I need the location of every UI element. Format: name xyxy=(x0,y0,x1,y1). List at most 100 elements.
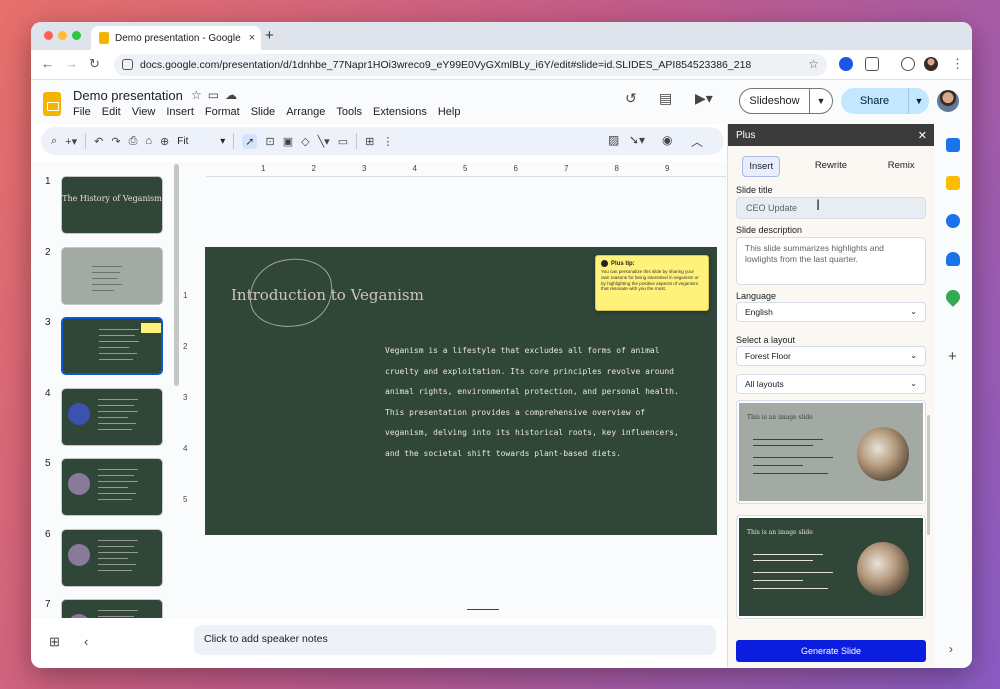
menu-insert[interactable]: Insert xyxy=(166,106,194,118)
star-icon[interactable]: ☆ xyxy=(191,88,208,102)
browser-menu-icon[interactable]: ⋮ xyxy=(951,56,964,72)
back-button[interactable]: ← xyxy=(41,56,54,71)
text-box-icon[interactable]: ⊡ xyxy=(265,135,274,148)
slide-thumbnail-row[interactable]: 6 xyxy=(31,528,181,591)
tab-remix[interactable]: Remix xyxy=(882,156,921,177)
tasks-icon[interactable] xyxy=(946,214,960,228)
speaker-notes[interactable]: Click to add speaker notes xyxy=(194,625,716,655)
move-to-folder-icon[interactable]: ▭ xyxy=(208,88,225,102)
undo-icon[interactable]: ↶ xyxy=(94,135,103,148)
more-icon[interactable]: ⋮ xyxy=(382,135,393,148)
slide-thumbnail-row[interactable]: 2 xyxy=(31,246,181,309)
reload-button[interactable]: ↻ xyxy=(89,56,100,72)
expand-sidebar-icon[interactable]: › xyxy=(949,642,953,656)
extensions-puzzle-icon[interactable] xyxy=(865,57,879,71)
menu-arrange[interactable]: Arrange xyxy=(286,106,325,118)
browser-tab[interactable]: Demo presentation - Google S × xyxy=(91,26,261,50)
slide-thumbnail[interactable] xyxy=(61,458,163,516)
menu-tools[interactable]: Tools xyxy=(336,106,362,118)
menu-file[interactable]: File xyxy=(73,106,91,118)
minimize-window-button[interactable] xyxy=(58,31,67,40)
image-icon[interactable]: ▣ xyxy=(283,135,293,148)
zoom-select[interactable]: Fit ▾ xyxy=(177,136,225,147)
bookmark-star-icon[interactable]: ☆ xyxy=(808,57,819,71)
current-slide[interactable]: Introduction to Veganism Veganism is a l… xyxy=(205,247,717,535)
share-button[interactable]: Share ▼ xyxy=(841,88,929,114)
slide-thumbnail[interactable] xyxy=(61,387,163,446)
redo-icon[interactable]: ↷ xyxy=(111,135,120,148)
meet-icon[interactable]: ▶▾ xyxy=(695,90,713,107)
menu-format[interactable]: Format xyxy=(205,106,240,118)
notes-resize-handle[interactable] xyxy=(467,609,499,610)
slide-thumbnail-row[interactable]: 1 The History of Veganism xyxy=(31,176,181,238)
select-icon[interactable]: ➚ xyxy=(242,133,258,149)
panel-scrollbar[interactable] xyxy=(927,415,930,535)
layout-theme-select[interactable]: Forest Floor ⌄ xyxy=(736,346,926,366)
contacts-icon[interactable] xyxy=(946,252,960,266)
menu-extensions[interactable]: Extensions xyxy=(373,106,427,118)
collapse-filmstrip-icon[interactable]: ‹ xyxy=(84,634,88,649)
maps-icon[interactable] xyxy=(943,287,963,307)
slide-thumbnail[interactable] xyxy=(61,528,163,587)
site-settings-icon[interactable] xyxy=(122,59,133,70)
comments-icon[interactable]: ▤ xyxy=(659,90,672,107)
document-title[interactable]: Demo presentation xyxy=(73,88,183,103)
tab-close-icon[interactable]: × xyxy=(243,32,261,44)
background-icon[interactable]: ▨ xyxy=(608,133,619,147)
tab-insert[interactable]: Insert xyxy=(742,156,781,177)
url-bar[interactable]: docs.google.com/presentation/d/1dnhbe_77… xyxy=(114,54,827,76)
slide-thumbnail[interactable]: The History of Veganism xyxy=(61,176,163,234)
slide-thumbnail-row[interactable]: 5 xyxy=(31,458,181,520)
print-icon[interactable]: ⎙ xyxy=(129,135,138,148)
add-app-icon[interactable]: + xyxy=(948,348,957,365)
grid-view-icon[interactable]: ⊞ xyxy=(49,634,60,650)
account-avatar[interactable] xyxy=(937,90,959,112)
paint-format-icon[interactable]: ⌂ xyxy=(145,135,152,147)
close-icon[interactable]: ✕ xyxy=(918,129,927,142)
slide-thumbnail[interactable] xyxy=(61,246,163,305)
chevron-down-icon[interactable]: ▼ xyxy=(810,96,832,106)
close-window-button[interactable] xyxy=(44,31,53,40)
menu-slide[interactable]: Slide xyxy=(251,106,275,118)
slide-thumbnail-row[interactable]: 7 xyxy=(31,599,181,618)
menu-edit[interactable]: Edit xyxy=(102,106,121,118)
slideshow-button[interactable]: Slideshow ▼ xyxy=(739,88,833,114)
record-icon[interactable]: ◉ xyxy=(662,133,672,147)
slide-thumbnail[interactable] xyxy=(61,599,163,618)
slide-thumbnail-row[interactable]: 4 xyxy=(31,387,181,450)
comment-icon[interactable]: ⊞ xyxy=(365,135,374,148)
layout-filter-select[interactable]: All layouts ⌄ xyxy=(736,374,926,394)
new-tab-button[interactable]: + xyxy=(265,27,274,44)
calendar-icon[interactable] xyxy=(946,138,960,152)
sync-icon[interactable] xyxy=(901,57,915,71)
search-icon[interactable]: ⌕ xyxy=(51,135,57,148)
chevron-down-icon[interactable]: ▼ xyxy=(909,96,929,106)
maximize-window-button[interactable] xyxy=(72,31,81,40)
cloud-status-icon[interactable]: ☁ xyxy=(225,88,243,102)
history-icon[interactable]: ↺ xyxy=(625,90,637,107)
slide-thumbnail-row[interactable]: 3 xyxy=(31,317,181,379)
plus-tip-note[interactable]: Plus tip: You can personalize this slide… xyxy=(595,255,709,311)
add-icon[interactable]: +▾ xyxy=(65,135,77,148)
layout-option-card[interactable]: This is an image slide xyxy=(736,515,926,619)
language-select[interactable]: English ⌄ xyxy=(736,302,926,322)
shape-icon[interactable]: ◇ xyxy=(301,135,309,148)
tab-rewrite[interactable]: Rewrite xyxy=(809,156,853,177)
zoom-icon[interactable]: ⊕ xyxy=(160,135,169,148)
menu-help[interactable]: Help xyxy=(438,106,461,118)
slide-title[interactable]: Introduction to Veganism xyxy=(231,287,431,303)
slide-description-textarea[interactable]: This slide summarizes highlights and low… xyxy=(736,237,926,285)
slides-logo-icon[interactable] xyxy=(43,92,61,116)
video-icon[interactable]: ▭ xyxy=(338,135,348,148)
extension-icon[interactable] xyxy=(839,57,853,71)
slide-thumbnail[interactable] xyxy=(61,317,163,375)
profile-avatar-icon[interactable] xyxy=(924,57,938,71)
generate-slide-button[interactable]: Generate Slide xyxy=(736,640,926,662)
line-icon[interactable]: ╲▾ xyxy=(318,135,330,148)
collapse-toolbar-icon[interactable]: ︿ xyxy=(691,133,703,150)
filmstrip-scrollbar[interactable] xyxy=(174,164,179,386)
menu-view[interactable]: View xyxy=(132,106,156,118)
layout-option-card[interactable]: This is an image slide xyxy=(736,400,926,504)
forward-button[interactable]: → xyxy=(65,56,78,71)
keep-icon[interactable] xyxy=(946,176,960,190)
